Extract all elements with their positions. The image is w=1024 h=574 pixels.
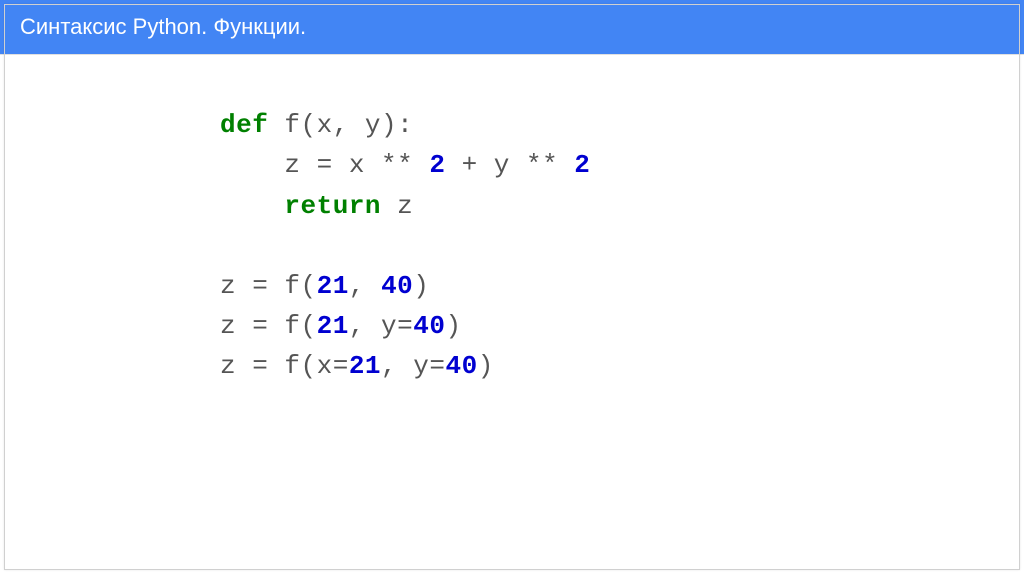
code-block: def f(x, y): z = x ** 2 + y ** 2 return … — [0, 105, 1024, 387]
code-number: 21 — [317, 311, 349, 341]
code-number: 2 — [574, 150, 590, 180]
code-indent — [220, 150, 284, 180]
code-line-1: def f(x, y): — [220, 105, 1024, 145]
code-number: 40 — [445, 351, 477, 381]
code-number: 21 — [349, 351, 381, 381]
code-number: 40 — [381, 271, 413, 301]
code-text: ) — [413, 271, 429, 301]
code-text: z = f(x= — [220, 351, 349, 381]
code-text: f(x, y): — [268, 110, 413, 140]
code-line-2: z = x ** 2 + y ** 2 — [220, 145, 1024, 185]
code-text: z = f( — [220, 311, 317, 341]
code-text: + y ** — [445, 150, 574, 180]
code-line-6: z = f(x=21, y=40) — [220, 346, 1024, 386]
code-line-5: z = f(21, y=40) — [220, 306, 1024, 346]
code-number: 2 — [429, 150, 445, 180]
code-text: z = f( — [220, 271, 317, 301]
code-text: ) — [445, 311, 461, 341]
slide-header: Синтаксис Python. Функции. — [0, 0, 1024, 54]
code-number: 40 — [413, 311, 445, 341]
code-indent — [220, 191, 284, 221]
code-line-4: z = f(21, 40) — [220, 266, 1024, 306]
code-gap — [220, 226, 1024, 266]
code-number: 21 — [317, 271, 349, 301]
code-line-3: return z — [220, 186, 1024, 226]
code-text: ) — [478, 351, 494, 381]
keyword-return: return — [284, 191, 381, 221]
code-text: z — [381, 191, 413, 221]
code-text: z = x ** — [284, 150, 429, 180]
keyword-def: def — [220, 110, 268, 140]
code-text: , y= — [349, 311, 413, 341]
code-text: , — [349, 271, 381, 301]
slide-title: Синтаксис Python. Функции. — [20, 14, 306, 39]
slide-content: def f(x, y): z = x ** 2 + y ** 2 return … — [0, 54, 1024, 574]
code-text: , y= — [381, 351, 445, 381]
